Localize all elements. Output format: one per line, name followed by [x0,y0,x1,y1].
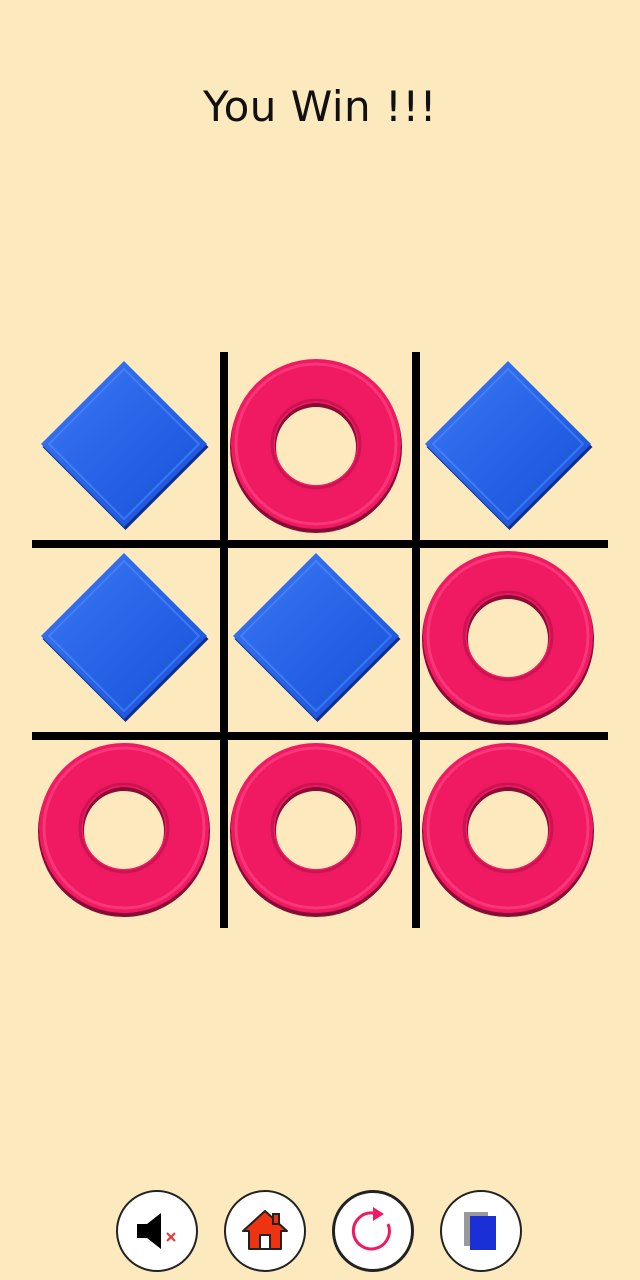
cards-icon [464,1212,496,1250]
board-cell[interactable] [416,736,600,920]
ring-piece [227,355,405,533]
diamond-piece [419,355,597,533]
board-cell[interactable] [416,352,600,536]
restart-button[interactable] [332,1190,414,1272]
home-icon [242,1210,288,1250]
ring-piece [419,739,597,917]
game-board [32,352,608,928]
diamond-piece [35,355,213,533]
diamond-piece [35,547,213,725]
board-cell[interactable] [32,544,216,728]
board-cell[interactable] [32,736,216,920]
speaker-muted-icon [137,1213,176,1249]
bottom-toolbar [0,1190,640,1274]
board-cell[interactable] [224,544,408,728]
status-text: You Win !!! [203,82,437,131]
board-cell[interactable] [224,736,408,920]
sound-muted-button[interactable] [116,1190,198,1272]
restart-icon [351,1207,391,1251]
ring-piece [419,547,597,725]
home-button[interactable] [224,1190,306,1272]
board-cell[interactable] [224,352,408,536]
board-cell[interactable] [416,544,600,728]
board-cell[interactable] [32,352,216,536]
diamond-piece [227,547,405,725]
cards-button[interactable] [440,1190,522,1272]
ring-piece [35,739,213,917]
ring-piece [227,739,405,917]
